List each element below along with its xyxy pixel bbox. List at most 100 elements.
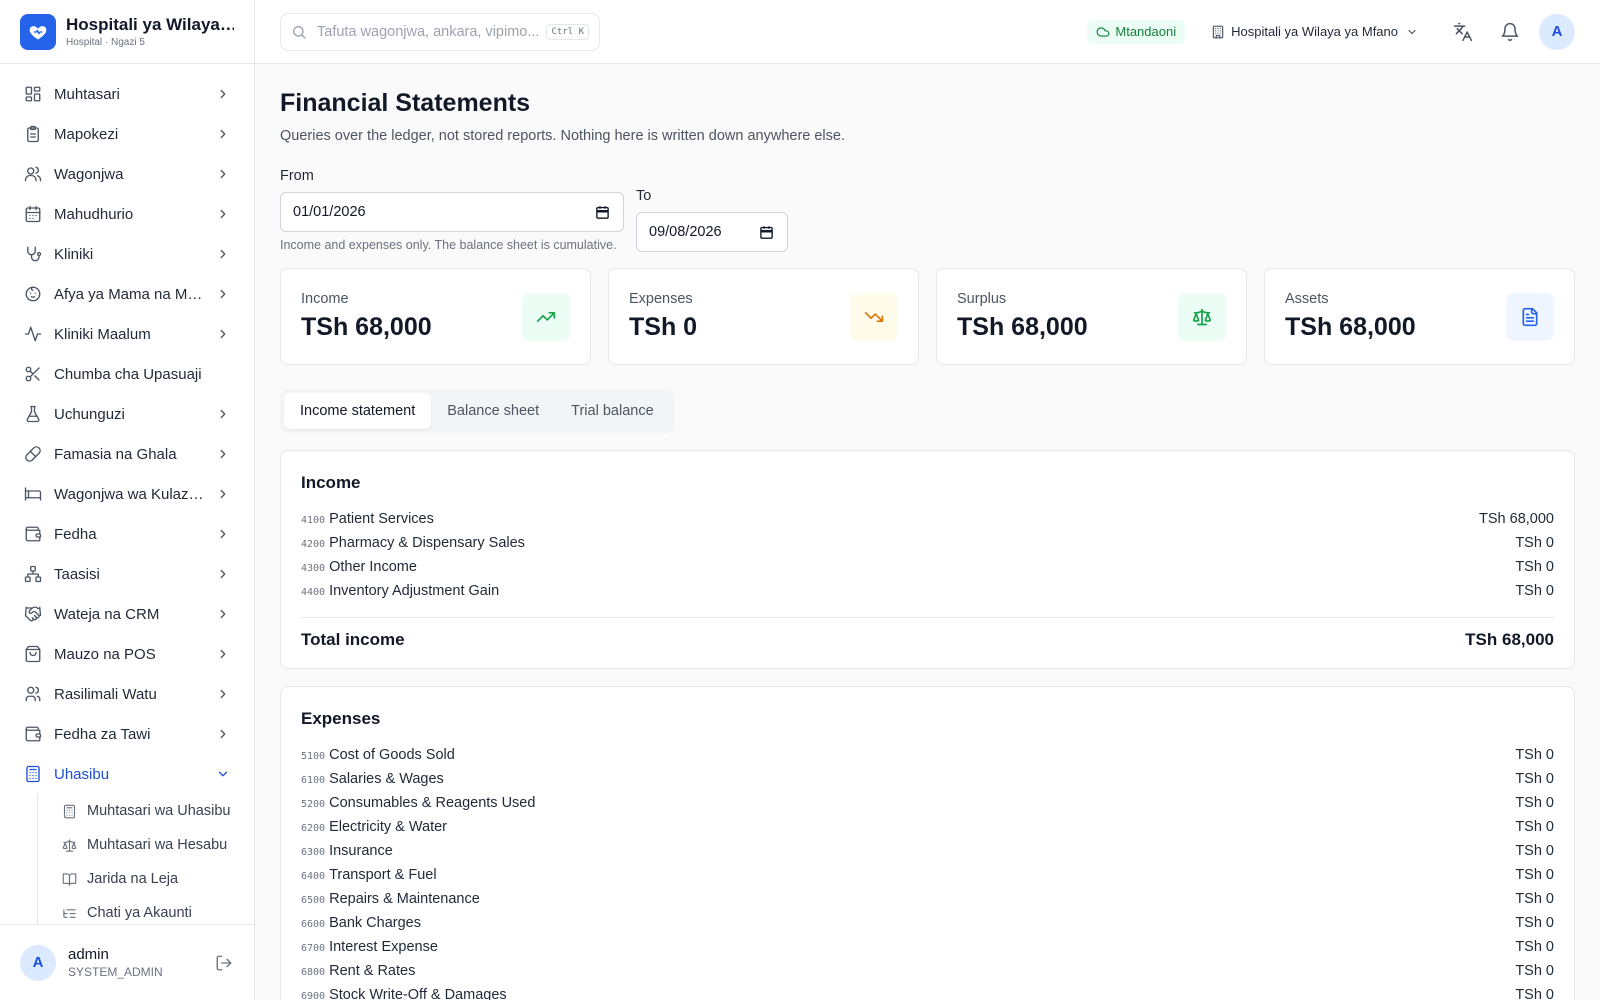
account-code: 5100 xyxy=(301,751,326,762)
stat-label: Income xyxy=(301,291,349,307)
account-code: 6100 xyxy=(301,775,326,786)
stat-card-assets: Assets TSh 68,000 xyxy=(1264,268,1575,365)
submenu-item-muhtasari-wa-uhasibu[interactable]: Muhtasari wa Uhasibu xyxy=(38,794,254,828)
stethoscope-icon xyxy=(24,245,42,263)
table-row: 6200 Electricity & Water TSh 0 xyxy=(301,815,1554,839)
language-icon[interactable] xyxy=(1444,13,1482,51)
sidebar-item-uchunguzi[interactable]: Uchunguzi xyxy=(0,394,254,434)
sidebar-item-muhtasari[interactable]: Muhtasari xyxy=(0,74,254,114)
trending-up-icon xyxy=(522,292,570,341)
brand[interactable]: Hospitali ya Wilaya ... Hospital · Ngazi… xyxy=(0,0,254,64)
account-name: Inventory Adjustment Gain xyxy=(329,583,500,599)
user-box: A admin SYSTEM_ADMIN xyxy=(0,924,254,1000)
account-code: 6400 xyxy=(301,871,326,882)
account-code: 6700 xyxy=(301,943,326,954)
sidebar-item-label: Wagonjwa xyxy=(54,165,124,183)
sidebar-item-wagonjwa-wa-kulazwa[interactable]: Wagonjwa wa Kulazwa xyxy=(0,474,254,514)
sidebar-item-fedha[interactable]: Fedha xyxy=(0,514,254,554)
stat-card-surplus: Surplus TSh 68,000 xyxy=(936,268,1247,365)
submenu-item-chati-ya-akaunti[interactable]: Chati ya Akaunti xyxy=(38,896,254,924)
total-income-row: Total income TSh 68,000 xyxy=(301,617,1554,650)
submenu-item-jarida-na-leja[interactable]: Jarida na Leja xyxy=(38,862,254,896)
tab-balance-sheet[interactable]: Balance sheet xyxy=(431,393,555,429)
total-income-value: TSh 68,000 xyxy=(1465,630,1554,649)
sidebar-item-rasilimali-watu[interactable]: Rasilimali Watu xyxy=(0,674,254,714)
sidebar-item-mahudhurio[interactable]: Mahudhurio xyxy=(0,194,254,234)
sidebar-item-mauzo-na-pos[interactable]: Mauzo na POS xyxy=(0,634,254,674)
chevron-right-icon xyxy=(216,87,230,101)
tab-income-statement[interactable]: Income statement xyxy=(284,393,432,429)
stat-value: TSh 0 xyxy=(629,313,698,341)
account-amount: TSh 0 xyxy=(1515,915,1554,931)
search-input[interactable]: Tafuta wagonjwa, ankara, vipimo... Ctrl … xyxy=(280,12,600,51)
cloud-icon xyxy=(1096,25,1110,39)
sidebar-item-label: Mauzo na POS xyxy=(54,645,156,663)
stat-label: Assets xyxy=(1285,291,1329,307)
account-code: 4200 xyxy=(301,539,326,550)
from-label: From xyxy=(280,168,314,184)
branch-selector[interactable]: Hospitali ya Wilaya ya Mfano xyxy=(1211,24,1418,39)
calendar-icon xyxy=(24,205,42,223)
table-row: 6700 Interest Expense TSh 0 xyxy=(301,935,1554,959)
sidebar-item-afya-ya-mama-na-mtoto[interactable]: Afya ya Mama na Mtoto xyxy=(0,274,254,314)
account-amount: TSh 0 xyxy=(1515,819,1554,835)
user-group-icon xyxy=(24,685,42,703)
sidebar-item-mapokezi[interactable]: Mapokezi xyxy=(0,114,254,154)
sidebar-item-label: Mahudhurio xyxy=(54,205,134,223)
sidebar-item-kliniki-maalum[interactable]: Kliniki Maalum xyxy=(0,314,254,354)
sidebar-item-label: Mapokezi xyxy=(54,125,119,143)
search-icon xyxy=(291,24,307,40)
sidebar-item-chumba-cha-upasuaji[interactable]: Chumba cha Upasuaji xyxy=(0,354,254,394)
clipboard-icon xyxy=(24,125,42,143)
sidebar-item-label: Fedha xyxy=(54,525,97,543)
sidebar-item-wateja-na-crm[interactable]: Wateja na CRM xyxy=(0,594,254,634)
submenu-item-label: Muhtasari wa Uhasibu xyxy=(87,803,231,819)
chevron-right-icon xyxy=(216,447,230,461)
scale-icon xyxy=(1178,292,1226,341)
sidebar-item-label: Chumba cha Upasuaji xyxy=(54,365,202,383)
chevron-down-icon xyxy=(216,767,230,781)
sidebar-item-taasisi[interactable]: Taasisi xyxy=(0,554,254,594)
sidebar-item-uhasibu[interactable]: Uhasibu xyxy=(0,754,254,794)
income-rows: 4100 Patient Services TSh 68,000 4200 Pharma… xyxy=(301,507,1554,603)
table-row: 4100 Patient Services TSh 68,000 xyxy=(301,507,1554,531)
uhasibu-submenu: Muhtasari wa Uhasibu Muhtasari wa Hesabu J… xyxy=(37,794,254,924)
to-date-value: 09/08/2026 xyxy=(649,224,722,240)
account-code: 6200 xyxy=(301,823,326,834)
sidebar-item-famasia-na-ghala[interactable]: Famasia na Ghala xyxy=(0,434,254,474)
to-date-input[interactable]: 09/08/2026 xyxy=(636,212,788,252)
account-amount: TSh 68,000 xyxy=(1479,511,1554,527)
file-icon xyxy=(1506,292,1554,341)
stat-card-expenses: Expenses TSh 0 xyxy=(608,268,919,365)
sidebar-item-kliniki[interactable]: Kliniki xyxy=(0,234,254,274)
income-card: Income 4100 Patient Services TSh 68,000 420… xyxy=(280,450,1575,669)
user-role: SYSTEM_ADMIN xyxy=(68,965,163,979)
sidebar-item-label: Kliniki xyxy=(54,245,94,263)
account-code: 6500 xyxy=(301,895,326,906)
users-icon xyxy=(24,165,42,183)
calendar-icon[interactable] xyxy=(595,204,611,220)
stat-card-income: Income TSh 68,000 xyxy=(280,268,591,365)
account-amount: TSh 0 xyxy=(1515,867,1554,883)
calendar-icon[interactable] xyxy=(759,224,775,240)
submenu-item-muhtasari-wa-hesabu[interactable]: Muhtasari wa Hesabu xyxy=(38,828,254,862)
sidebar-item-fedha-za-tawi[interactable]: Fedha za Tawi xyxy=(0,714,254,754)
stat-label: Expenses xyxy=(629,291,693,307)
chevron-right-icon xyxy=(216,287,230,301)
avatar[interactable]: A xyxy=(20,944,56,981)
table-row: 6800 Rent & Rates TSh 0 xyxy=(301,959,1554,983)
from-date-input[interactable]: 01/01/2026 xyxy=(280,192,624,232)
account-amount: TSh 0 xyxy=(1515,891,1554,907)
wallet-icon xyxy=(24,725,42,743)
sidebar-item-wagonjwa[interactable]: Wagonjwa xyxy=(0,154,254,194)
user-avatar[interactable]: A xyxy=(1539,13,1575,50)
account-code: 6900 xyxy=(301,991,326,1000)
account-amount: TSh 0 xyxy=(1515,559,1554,575)
income-title: Income xyxy=(301,473,361,492)
chevron-right-icon xyxy=(216,567,230,581)
table-row: 6100 Salaries & Wages TSh 0 xyxy=(301,767,1554,791)
tab-trial-balance[interactable]: Trial balance xyxy=(555,393,669,429)
bell-icon[interactable] xyxy=(1491,13,1529,51)
logout-icon[interactable] xyxy=(214,953,234,973)
list-tree-icon xyxy=(62,906,77,921)
